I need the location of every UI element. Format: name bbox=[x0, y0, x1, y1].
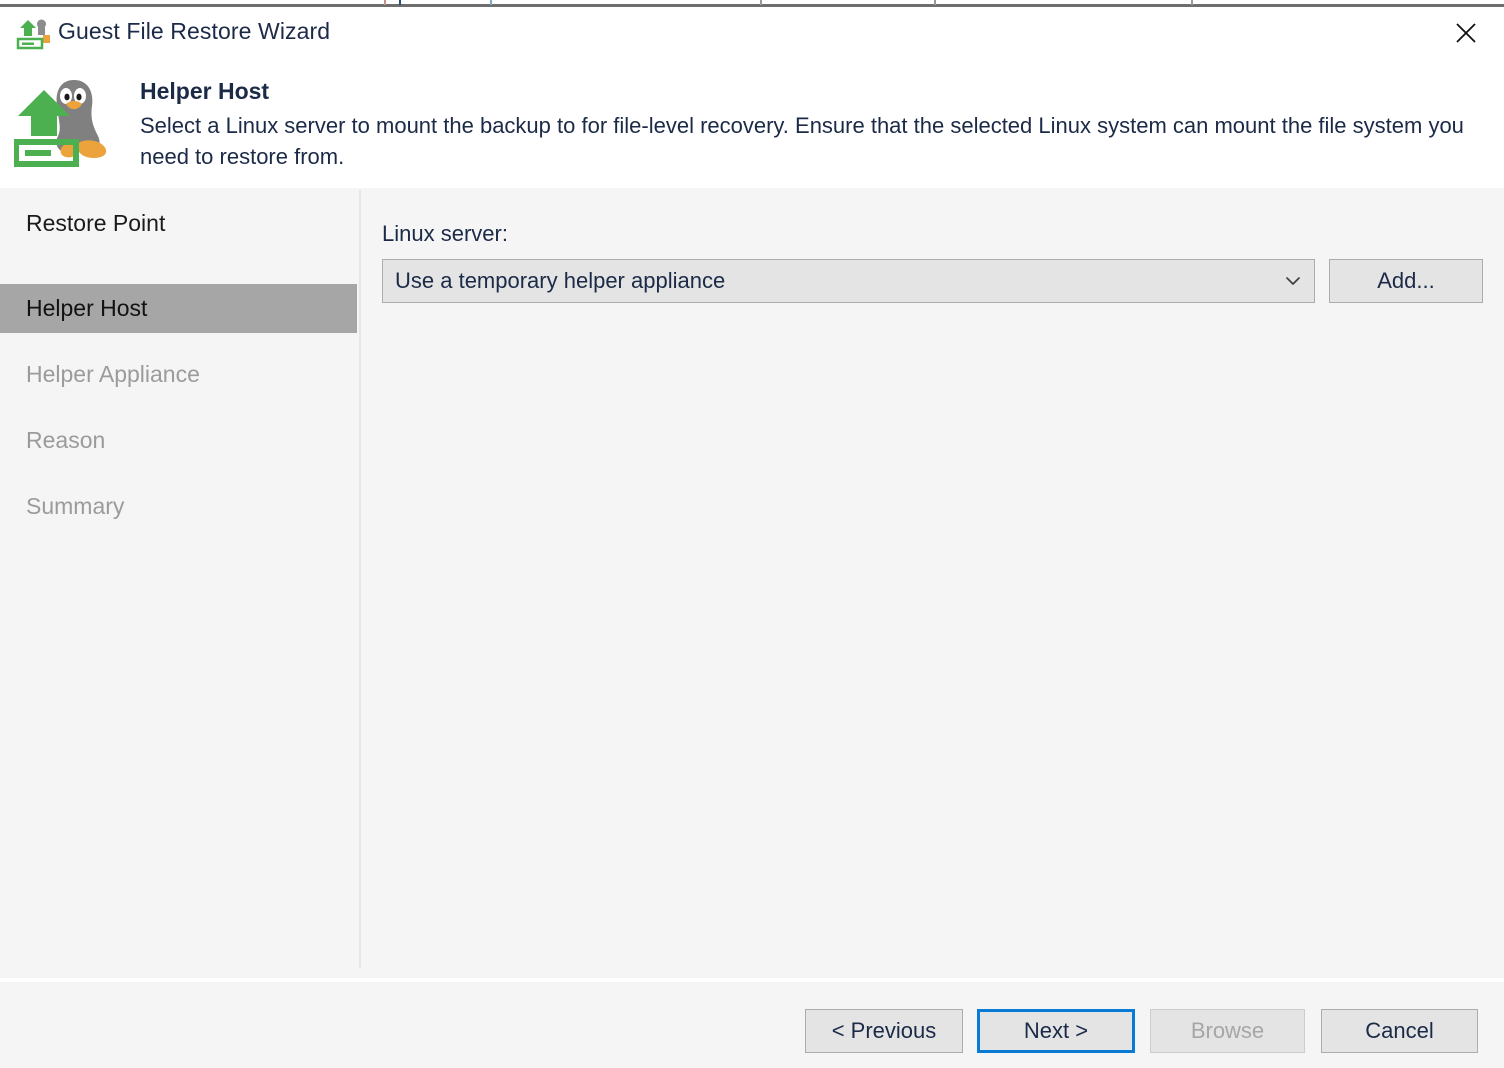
chevron-down-icon bbox=[1272, 271, 1314, 291]
add-button-label: Add... bbox=[1377, 268, 1435, 293]
browse-button: Browse bbox=[1150, 1009, 1305, 1053]
close-icon[interactable] bbox=[1436, 7, 1496, 59]
sidebar-item-label: Helper Host bbox=[26, 295, 148, 321]
sidebar-item-summary[interactable]: Summary bbox=[0, 482, 357, 531]
linux-penguin-restore-icon bbox=[13, 72, 114, 172]
sidebar-item-label: Restore Point bbox=[26, 210, 166, 236]
restore-upload-icon bbox=[16, 15, 54, 53]
previous-button-label: < Previous bbox=[831, 1018, 937, 1043]
linux-server-label: Linux server: bbox=[382, 221, 508, 246]
background-column-separator bbox=[399, 0, 401, 5]
wizard-step-nav: Restore Point Helper Host Helper Applian… bbox=[0, 188, 357, 978]
sidebar-item-helper-appliance[interactable]: Helper Appliance bbox=[0, 350, 357, 399]
sidebar-item-label: Helper Appliance bbox=[26, 361, 200, 387]
add-linux-server-button[interactable]: Add... bbox=[1329, 259, 1483, 303]
page-title: Helper Host bbox=[140, 78, 270, 104]
linux-server-dropdown[interactable]: Use a temporary helper appliance bbox=[382, 259, 1315, 303]
background-window-strip bbox=[0, 0, 1504, 7]
background-column-separator bbox=[384, 0, 386, 5]
next-button[interactable]: Next > bbox=[977, 1009, 1135, 1053]
title-bar: Guest File Restore Wizard bbox=[0, 7, 1504, 60]
wizard-header: Helper Host Select a Linux server to mou… bbox=[0, 60, 1504, 186]
wizard-footer: < Previous Next > Browse Cancel bbox=[0, 982, 1504, 1068]
sidebar-item-reason[interactable]: Reason bbox=[0, 416, 357, 465]
sidebar-item-restore-point[interactable]: Restore Point bbox=[0, 199, 357, 248]
background-column-separator bbox=[934, 0, 936, 5]
window-title: Guest File Restore Wizard bbox=[58, 18, 331, 44]
cancel-button-label: Cancel bbox=[1365, 1018, 1434, 1043]
previous-button[interactable]: < Previous bbox=[805, 1009, 963, 1053]
sidebar-item-helper-host[interactable]: Helper Host bbox=[0, 284, 357, 333]
sidebar-item-label: Summary bbox=[26, 493, 125, 519]
guest-file-restore-wizard-window: Guest File Restore Wizard Helper Host Se… bbox=[0, 7, 1504, 1068]
sidebar-item-label: Reason bbox=[26, 427, 106, 453]
background-column-separator bbox=[1191, 0, 1193, 5]
cancel-button[interactable]: Cancel bbox=[1321, 1009, 1478, 1053]
next-button-label: Next > bbox=[1023, 1018, 1089, 1043]
linux-server-selected-value: Use a temporary helper appliance bbox=[395, 268, 726, 293]
background-column-separator bbox=[760, 0, 762, 5]
page-description: Select a Linux server to mount the backu… bbox=[140, 113, 1464, 169]
background-column-separator bbox=[490, 0, 492, 5]
wizard-body: Restore Point Helper Host Helper Applian… bbox=[0, 188, 1504, 978]
browse-button-label: Browse bbox=[1190, 1018, 1265, 1043]
main-content-panel: Linux server: Use a temporary helper app… bbox=[361, 188, 1504, 978]
